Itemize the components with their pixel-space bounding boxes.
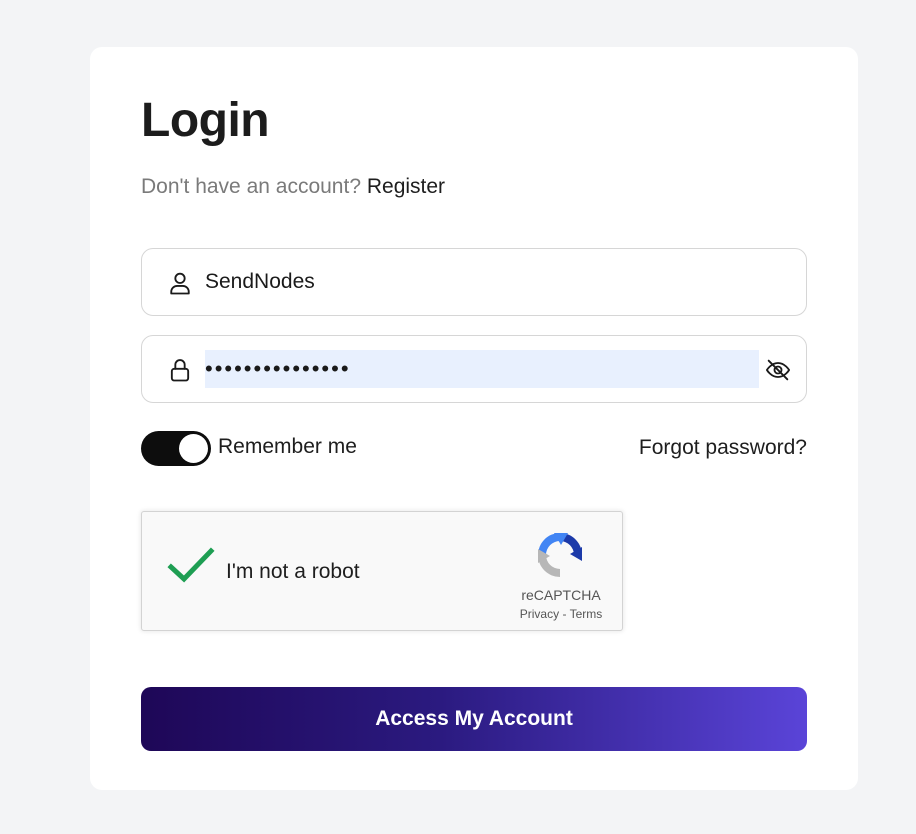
recaptcha-widget: I'm not a robot reCAPTCHA Privacy - Term… (141, 511, 623, 631)
recaptcha-label: I'm not a robot (226, 560, 360, 583)
recaptcha-privacy-link[interactable]: Privacy (520, 607, 559, 621)
remember-me-label[interactable]: Remember me (218, 433, 357, 461)
page-title: Login (141, 94, 270, 147)
recaptcha-terms-link[interactable]: Terms (570, 607, 603, 621)
recaptcha-link-separator: - (559, 607, 570, 621)
toggle-knob (179, 434, 208, 463)
recaptcha-brand: reCAPTCHA (521, 587, 601, 603)
recaptcha-links: Privacy - Terms (502, 606, 620, 622)
forgot-password-link[interactable]: Forgot password? (639, 434, 807, 462)
eye-slash-icon[interactable] (764, 356, 792, 384)
remember-me-toggle[interactable] (141, 431, 211, 466)
username-field[interactable] (141, 248, 807, 316)
recaptcha-logo-icon (538, 533, 582, 577)
lock-icon (170, 359, 190, 382)
access-account-button[interactable]: Access My Account (141, 687, 807, 751)
username-input[interactable] (205, 267, 785, 297)
no-account-text: Don't have an account? (141, 175, 361, 198)
user-icon (170, 272, 190, 295)
login-card: Login Don't have an account? Register Re… (90, 47, 858, 790)
register-link[interactable]: Register (367, 175, 445, 198)
checkmark-icon[interactable] (166, 546, 216, 586)
register-prompt: Don't have an account? Register (141, 173, 445, 201)
password-field[interactable] (141, 335, 807, 403)
password-input[interactable] (205, 350, 759, 388)
